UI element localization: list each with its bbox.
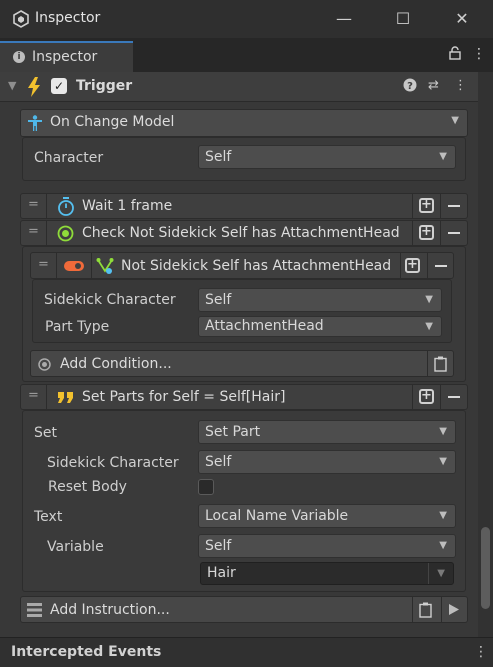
list-icon <box>27 603 42 617</box>
set-sidekick-character-label: Sidekick Character <box>47 455 179 471</box>
chevron-down-icon[interactable]: ▼ <box>437 563 445 584</box>
maximize-button[interactable]: ☐ <box>391 8 415 30</box>
footer-menu-icon[interactable]: ⋮ <box>474 644 488 660</box>
reset-body-label: Reset Body <box>48 479 127 495</box>
set-value: Set Part <box>205 424 261 440</box>
event-dropdown-arrow-icon: ▼ <box>451 115 459 126</box>
close-button[interactable]: ✕ <box>450 8 474 30</box>
component-name: Trigger <box>76 78 133 94</box>
insert-button[interactable]: + <box>419 389 434 404</box>
instruction-label: Check Not Sidekick Self has AttachmentHe… <box>82 225 400 241</box>
presets-icon[interactable]: ⇄ <box>428 78 439 93</box>
variable-name-input[interactable]: Hair ▼ <box>200 562 454 585</box>
remove-button[interactable] <box>448 396 460 398</box>
remove-button[interactable] <box>448 205 460 207</box>
tab-menu-icon[interactable]: ⋮ <box>472 46 486 62</box>
drag-handle-icon[interactable]: = <box>28 388 39 403</box>
set-field[interactable]: Set Part ▼ <box>198 420 456 444</box>
condition-row[interactable]: = Not Sidekick Self has AttachmentHead + <box>30 252 454 279</box>
character-field[interactable]: Self ▼ <box>198 145 456 169</box>
set-label: Set <box>34 425 57 441</box>
instruction-row-wait[interactable]: = Wait 1 frame + <box>20 193 468 219</box>
sidekick-character-label: Sidekick Character <box>44 292 176 308</box>
reset-body-checkbox[interactable] <box>198 479 214 495</box>
variable-field[interactable]: Self ▼ <box>198 534 456 558</box>
info-icon: i <box>13 51 25 63</box>
lightning-icon <box>28 77 40 97</box>
svg-text:?: ? <box>407 81 413 92</box>
chevron-down-icon: ▼ <box>439 456 447 467</box>
event-selector[interactable]: On Change Model ▼ <box>20 109 468 137</box>
remove-button[interactable] <box>435 265 447 267</box>
instruction-label: Set Parts for Self = Self[Hair] <box>82 389 286 405</box>
variable-value: Self <box>205 538 232 554</box>
chevron-down-icon: ▼ <box>439 151 447 162</box>
remove-button[interactable] <box>448 232 460 234</box>
scrollbar-thumb[interactable] <box>481 527 490 609</box>
check-conditions-icon <box>57 225 74 242</box>
part-type-field[interactable]: AttachmentHead ▼ <box>198 316 442 337</box>
drag-handle-icon[interactable]: = <box>28 224 39 239</box>
variable-label: Variable <box>47 539 104 555</box>
text-source-value: Local Name Variable <box>205 508 349 524</box>
clipboard-icon[interactable] <box>434 356 447 372</box>
tab-inspector[interactable]: i Inspector <box>0 41 133 72</box>
component-menu-icon[interactable]: ⋮ <box>454 78 467 93</box>
chevron-down-icon: ▼ <box>439 510 447 521</box>
chevron-down-icon: ▼ <box>439 426 447 437</box>
tab-bar: i Inspector ⋮ <box>0 38 493 72</box>
humanoid-icon <box>28 115 42 131</box>
part-type-value: AttachmentHead <box>205 318 324 334</box>
add-instruction-button[interactable]: Add Instruction... <box>20 596 468 623</box>
enabled-checkbox[interactable]: ✓ <box>51 78 67 94</box>
insert-button[interactable]: + <box>419 198 434 213</box>
title-bar: Inspector — ☐ ✕ <box>0 0 493 38</box>
intercepted-events-title: Intercepted Events <box>11 644 162 660</box>
clipboard-icon[interactable] <box>419 602 432 618</box>
instruction-row-set-parts[interactable]: = Set Parts for Self = Self[Hair] + <box>20 384 468 410</box>
add-instruction-label: Add Instruction... <box>50 602 170 618</box>
component-header[interactable]: ▼ ✓ Trigger ? ⇄ ⋮ <box>0 72 478 102</box>
drag-handle-icon[interactable]: = <box>38 257 49 272</box>
lock-icon[interactable] <box>449 46 461 64</box>
chevron-down-icon: ▼ <box>425 321 433 332</box>
variable-name-value: Hair <box>207 565 236 581</box>
set-sidekick-character-value: Self <box>205 454 232 470</box>
minimize-button[interactable]: — <box>332 8 356 30</box>
sidekick-parts-icon <box>96 258 114 274</box>
help-icon[interactable]: ? <box>403 78 417 96</box>
sidekick-character-value: Self <box>205 292 232 308</box>
intercepted-events-header[interactable]: Intercepted Events ⋮ <box>0 637 493 667</box>
add-condition-label: Add Condition... <box>60 356 172 372</box>
set-sidekick-character-field[interactable]: Self ▼ <box>198 450 456 474</box>
tab-label: Inspector <box>32 49 98 65</box>
text-source-field[interactable]: Local Name Variable ▼ <box>198 504 456 528</box>
character-value: Self <box>205 149 232 165</box>
part-type-label: Part Type <box>45 319 110 335</box>
instruction-row-check[interactable]: = Check Not Sidekick Self has Attachment… <box>20 220 468 246</box>
chevron-down-icon: ▼ <box>425 294 433 305</box>
character-label: Character <box>34 150 104 166</box>
toggle-icon[interactable] <box>64 261 84 271</box>
condition-label: Not Sidekick Self has AttachmentHead <box>121 258 392 274</box>
instruction-label: Wait 1 frame <box>82 198 173 214</box>
condition-add-icon <box>38 358 51 371</box>
text-label: Text <box>34 509 63 525</box>
add-condition-button[interactable]: Add Condition... <box>30 350 454 377</box>
insert-button[interactable]: + <box>405 258 420 273</box>
window-title: Inspector <box>35 10 101 26</box>
play-icon[interactable] <box>449 604 459 615</box>
foldout-arrow-icon[interactable]: ▼ <box>8 79 16 92</box>
scrollbar[interactable] <box>478 72 493 637</box>
timer-icon <box>58 197 74 216</box>
quote-icon <box>58 392 73 403</box>
sidekick-character-field[interactable]: Self ▼ <box>198 288 442 312</box>
event-label: On Change Model <box>50 114 175 130</box>
unity-logo-icon <box>13 10 29 28</box>
drag-handle-icon[interactable]: = <box>28 197 39 212</box>
chevron-down-icon: ▼ <box>439 540 447 551</box>
insert-button[interactable]: + <box>419 225 434 240</box>
